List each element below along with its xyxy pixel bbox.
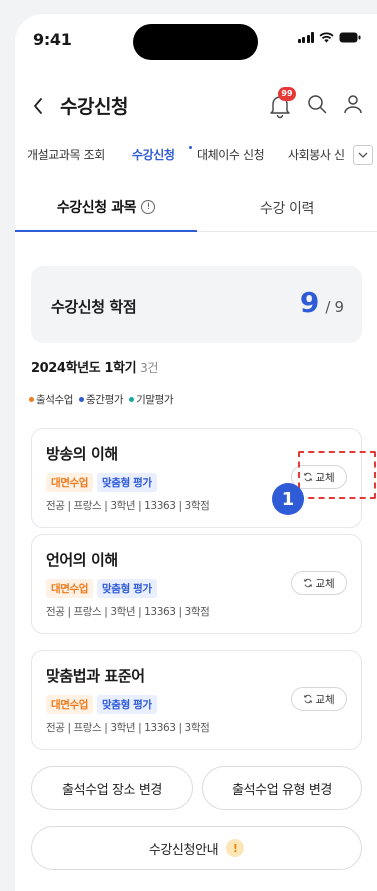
swap-label: 교체 <box>315 693 335 706</box>
sub-navigation: 개설교과목 조회 수강신청 대체이수 신청 사회봉사 신 <box>15 144 377 168</box>
tab-registered-courses[interactable]: 수강신청 과목 ! <box>15 184 197 232</box>
credit-summary: 수강신청 학점 9 / 9 <box>31 266 362 343</box>
tag-in-person: 대면수업 <box>46 473 94 492</box>
new-indicator <box>189 146 192 149</box>
subnav-registration[interactable]: 수강신청 <box>132 146 175 163</box>
tab-history[interactable]: 수강 이력 <box>197 184 377 232</box>
course-meta: 전공 | 프랑스 | 3학년 | 13363 | 3학점 <box>46 722 210 734</box>
course-count: 3건 <box>140 361 159 375</box>
semester-label: 2024학년도 1학기 <box>31 361 137 376</box>
chevron-down-icon[interactable] <box>353 145 373 165</box>
tab-label: 수강신청 과목 <box>56 200 137 216</box>
credit-value: 9 / 9 <box>300 286 344 319</box>
legend-item: 출석수업 <box>29 392 73 407</box>
subnav-volunteer[interactable]: 사회봉사 신 <box>288 146 345 163</box>
credit-label: 수강신청 학점 <box>51 298 137 316</box>
swap-button[interactable]: 교체 <box>291 687 347 711</box>
course-name: 방송의 이해 <box>46 445 118 463</box>
tag-in-person: 대면수업 <box>46 579 94 598</box>
tag-evaluation: 맞춤형 평가 <box>97 579 157 598</box>
status-bar: 9:41 <box>15 14 377 64</box>
credit-separator: / <box>325 298 331 316</box>
dynamic-island <box>133 24 258 60</box>
course-name: 언어의 이해 <box>46 551 118 569</box>
battery-icon <box>339 32 361 43</box>
course-tags: 대면수업 맞춤형 평가 <box>46 473 157 492</box>
semester-heading: 2024학년도 1학기 3건 <box>31 357 158 376</box>
change-type-button[interactable]: 출석수업 유형 변경 <box>202 766 362 810</box>
legend-item: 중간평가 <box>79 392 123 407</box>
page-title: 수강신청 <box>60 96 128 118</box>
tag-evaluation: 맞춤형 평가 <box>97 695 157 714</box>
legend-item: 기말평가 <box>129 392 174 407</box>
swap-label: 교체 <box>315 577 335 590</box>
registration-guide-button[interactable]: 수강신청안내 ! <box>31 826 362 870</box>
change-location-button[interactable]: 출석수업 장소 변경 <box>31 766 193 810</box>
tag-in-person: 대면수업 <box>46 695 94 714</box>
wifi-icon <box>319 32 334 43</box>
course-card: 언어의 이해 대면수업 맞춤형 평가 전공 | 프랑스 | 3학년 | 1336… <box>31 534 362 634</box>
phone-screen: 9:41 수강신청 99 개설교과목 조회 수강신청 대체이수 신청 사회봉사 … <box>15 14 377 891</box>
course-meta: 전공 | 프랑스 | 3학년 | 13363 | 3학점 <box>46 606 210 618</box>
legend: 출석수업 중간평가 기말평가 <box>29 392 174 407</box>
course-tags: 대면수업 맞춤형 평가 <box>46 695 157 714</box>
status-icons <box>297 32 362 43</box>
info-icon[interactable]: ! <box>141 200 156 214</box>
user-profile-icon[interactable] <box>341 92 365 120</box>
notification-bell-icon[interactable]: 99 <box>267 87 296 119</box>
subnav-substitute[interactable]: 대체이수 신청 <box>197 146 265 163</box>
step-marker: 1 <box>272 483 304 515</box>
guide-label: 수강신청안내 <box>148 842 219 858</box>
warning-icon: ! <box>226 839 245 857</box>
app-header: 수강신청 99 <box>15 86 377 126</box>
refresh-icon <box>304 578 313 588</box>
tab-bar: 수강신청 과목 ! 수강 이력 <box>15 184 377 232</box>
credit-total: 9 <box>334 298 344 316</box>
main-content: 수강신청 학점 9 / 9 2024학년도 1학기 3건 출석수업 중간평가 기말… <box>15 232 377 891</box>
notification-badge: 99 <box>278 87 296 101</box>
swap-button[interactable]: 교체 <box>291 571 347 595</box>
signal-icon <box>297 32 314 43</box>
subnav-course-lookup[interactable]: 개설교과목 조회 <box>27 146 105 163</box>
header-actions: 99 <box>267 87 365 120</box>
search-icon[interactable] <box>305 92 329 120</box>
highlight-box <box>298 451 376 499</box>
credit-current: 9 <box>299 286 320 319</box>
tag-evaluation: 맞춤형 평가 <box>97 473 157 492</box>
course-card: 맞춤법과 표준어 대면수업 맞춤형 평가 전공 | 프랑스 | 3학년 | 13… <box>31 650 362 750</box>
tab-label: 수강 이력 <box>260 201 314 217</box>
course-name: 맞춤법과 표준어 <box>46 667 145 685</box>
refresh-icon <box>304 694 313 704</box>
course-meta: 전공 | 프랑스 | 3학년 | 13363 | 3학점 <box>46 500 210 512</box>
course-tags: 대면수업 맞춤형 평가 <box>46 579 157 598</box>
back-arrow-icon[interactable] <box>27 94 51 118</box>
status-time: 9:41 <box>33 30 72 49</box>
